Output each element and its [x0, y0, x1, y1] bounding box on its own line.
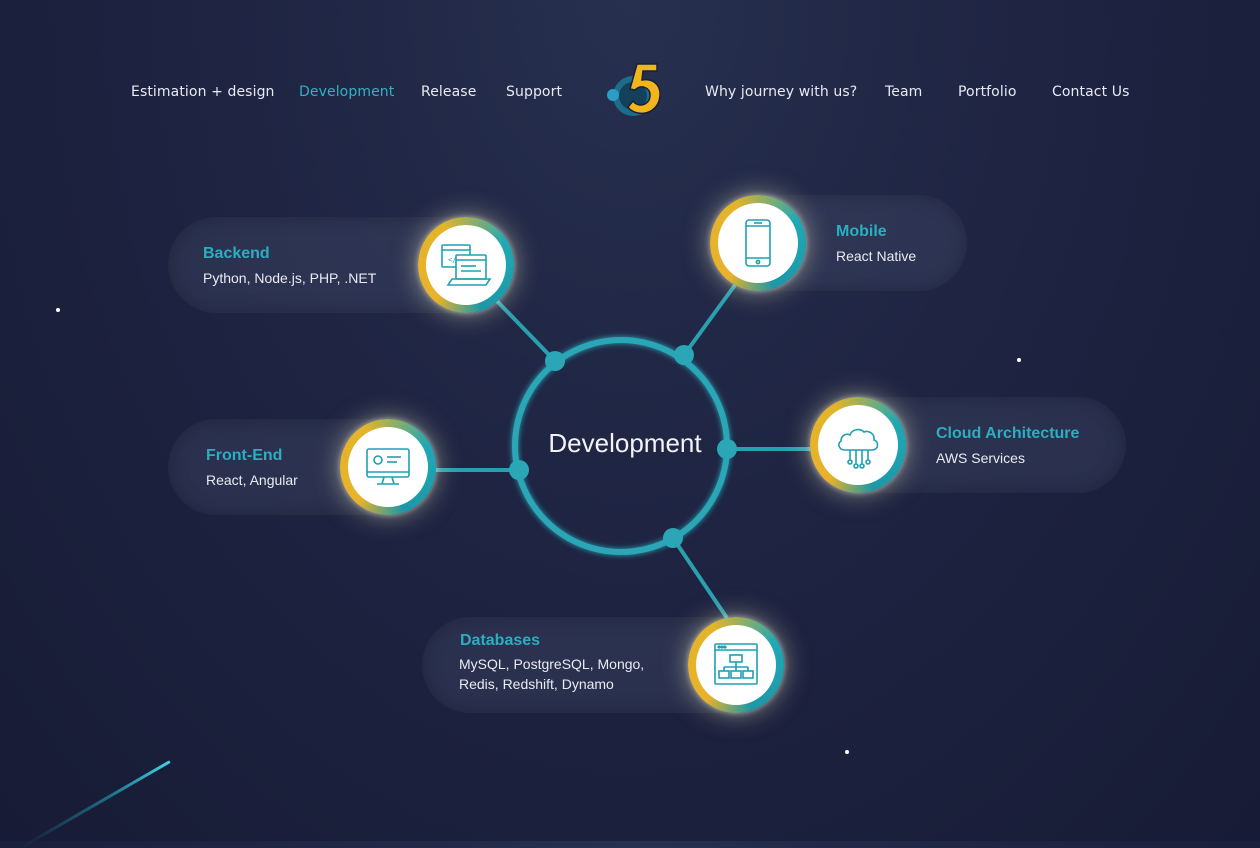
frontend-text: React, Angular: [206, 472, 298, 488]
databases-text-line2: Redis, Redshift, Dynamo: [459, 676, 614, 692]
desktop-monitor-icon: [348, 427, 428, 507]
connector-mobile: [682, 283, 737, 357]
cloud-icon-ring[interactable]: [810, 397, 906, 493]
database-schema-icon: [696, 625, 776, 705]
node-dot: [545, 351, 565, 371]
backend-text: Python, Node.js, PHP, .NET: [203, 270, 377, 286]
node-dot: [663, 528, 683, 548]
code-window-icon: </>: [426, 225, 506, 305]
connector-databases: [671, 536, 729, 620]
connector-backend: [494, 298, 557, 363]
frontend-title: Front-End: [206, 447, 283, 464]
backend-icon-ring[interactable]: </>: [418, 217, 514, 313]
cloud-title: Cloud Architecture: [936, 425, 1080, 442]
cloud-text: AWS Services: [936, 450, 1025, 466]
databases-title: Databases: [460, 632, 541, 649]
mobile-title: Mobile: [836, 223, 887, 240]
smartphone-icon: [718, 203, 798, 283]
center-hub-label: Development: [548, 428, 702, 458]
development-hub-diagram: [435, 283, 812, 620]
mobile-text: React Native: [836, 248, 917, 264]
node-dot: [509, 460, 529, 480]
node-dot: [674, 345, 694, 365]
backend-title: Backend: [203, 245, 270, 262]
frontend-icon-ring[interactable]: [340, 419, 436, 515]
mobile-icon-ring[interactable]: [710, 195, 806, 291]
databases-icon-ring[interactable]: [688, 617, 784, 713]
databases-text-line1: MySQL, PostgreSQL, Mongo,: [459, 656, 645, 672]
cloud-network-icon: [818, 405, 898, 485]
